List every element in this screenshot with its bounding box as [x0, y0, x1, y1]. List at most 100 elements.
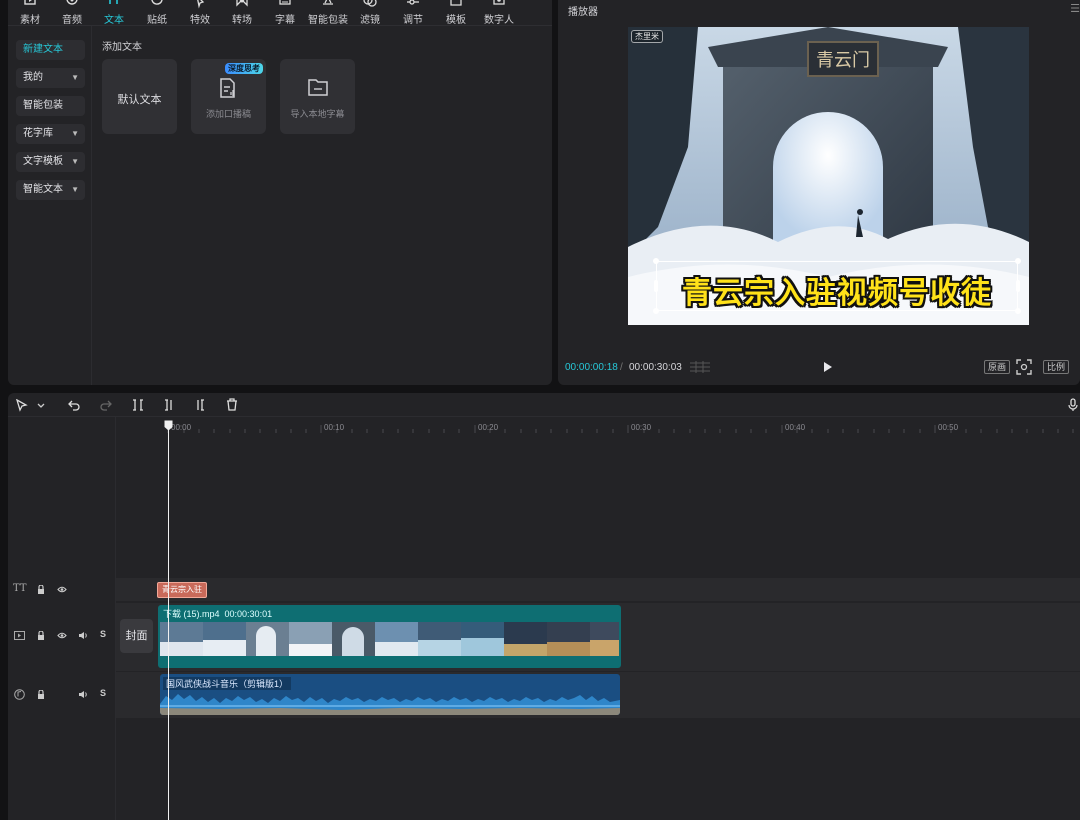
tool-label: 文本: [104, 15, 124, 26]
text-category-nav: 新建文本 我的 ▼ 智能包装 花字库 ▼ 文字模板 ▼ 智能文本 ▼: [8, 26, 92, 385]
grid-lines-icon[interactable]: [690, 361, 710, 373]
original-quality-button[interactable]: 原画: [984, 360, 1011, 374]
card-label: 导入本地字幕: [290, 109, 345, 119]
lock-icon[interactable]: [37, 631, 45, 640]
volume-icon[interactable]: [78, 631, 88, 640]
effects-icon: [197, 0, 205, 9]
gate-plaque-text: 青云门: [816, 50, 870, 71]
undo-icon[interactable]: [68, 399, 80, 411]
redo-icon[interactable]: [100, 399, 112, 411]
tool-effects[interactable]: 特效: [180, 0, 220, 26]
chevron-down-icon: ▼: [71, 185, 79, 194]
nav-smart-pack[interactable]: 智能包装: [16, 96, 85, 116]
split-left-icon[interactable]: [163, 399, 175, 411]
resize-handle[interactable]: [653, 308, 659, 314]
volume-icon[interactable]: [78, 690, 88, 699]
default-text-card[interactable]: 默认文本: [102, 59, 177, 134]
nav-new-text[interactable]: 新建文本: [16, 40, 85, 60]
nav-flower-text[interactable]: 花字库 ▼: [16, 124, 85, 144]
tool-audio[interactable]: 音频: [52, 0, 92, 26]
sticker-icon: [151, 0, 163, 5]
tool-sticker[interactable]: 贴纸: [137, 0, 177, 26]
select-cursor-icon[interactable]: [16, 399, 28, 412]
fullscreen-icon[interactable]: [1016, 359, 1032, 375]
cover-button[interactable]: 封面: [120, 619, 153, 653]
split-right-icon[interactable]: [194, 399, 206, 411]
eye-icon[interactable]: [57, 586, 67, 593]
tool-transition[interactable]: 转场: [222, 0, 262, 26]
nav-label: 花字库: [23, 128, 53, 139]
chevron-down-icon[interactable]: [37, 403, 45, 409]
total-time: 00:00:30:03: [629, 362, 682, 373]
microphone-icon[interactable]: [1068, 398, 1078, 412]
nav-label: 文字模板: [23, 156, 63, 167]
audio-icon: [66, 0, 78, 5]
split-icon[interactable]: [132, 399, 144, 411]
caption-icon: [279, 0, 291, 5]
folder-icon: [308, 79, 328, 96]
audio-clip[interactable]: 国风武侠战斗音乐（剪辑版1）: [160, 674, 620, 715]
tool-label: 字幕: [275, 15, 295, 26]
ruler-label: 00:00: [171, 423, 192, 432]
video-clip[interactable]: 下载 (15).mp4 00:00:30:01: [158, 605, 621, 668]
ruler-label: 00:20: [478, 423, 499, 432]
tool-label: 转场: [232, 15, 252, 26]
tool-label: 智能包装: [308, 15, 348, 26]
text-clip[interactable]: 青云宗入驻: [157, 582, 207, 598]
text-track[interactable]: [116, 578, 1080, 601]
tool-text[interactable]: 文本: [94, 0, 134, 26]
tool-media[interactable]: 素材: [10, 0, 50, 26]
timeline-panel: 00:00 00:10 00:20 00:30 00:40 00:50 TT S…: [8, 393, 1080, 820]
ruler-label: 00:50: [938, 423, 959, 432]
audio-waveform: [160, 694, 620, 715]
tool-label: 调节: [403, 15, 423, 26]
resize-handle[interactable]: [1016, 280, 1020, 292]
smart-pack-icon: [323, 0, 333, 5]
eye-icon[interactable]: [57, 632, 67, 639]
chevron-down-icon: ▼: [71, 157, 79, 166]
playhead[interactable]: [168, 423, 169, 820]
nav-smart-text[interactable]: 智能文本 ▼: [16, 180, 85, 200]
solo-toggle[interactable]: S: [100, 688, 106, 698]
tool-label: 滤镜: [360, 15, 380, 26]
play-icon[interactable]: [823, 361, 833, 373]
lock-icon[interactable]: [37, 690, 45, 699]
subtitle-selection-box[interactable]: 青云宗入驻视频号收徒: [653, 258, 1021, 314]
tool-digital-human[interactable]: 数字人: [479, 0, 519, 26]
nav-mine[interactable]: 我的 ▼: [16, 68, 85, 88]
nav-text-template[interactable]: 文字模板 ▼: [16, 152, 85, 172]
resize-handle[interactable]: [653, 258, 659, 264]
media-icon: [24, 0, 36, 5]
time-ruler[interactable]: [116, 417, 1080, 433]
ratio-button[interactable]: 比例: [1043, 360, 1070, 374]
tool-template[interactable]: 模板: [436, 0, 476, 26]
resize-handle[interactable]: [1015, 258, 1021, 264]
script-doc-icon: [220, 78, 235, 98]
tool-caption[interactable]: 字幕: [265, 0, 305, 26]
add-script-card[interactable]: 深度思考 添加口播稿: [191, 59, 266, 134]
subtitle-text: 青云宗入驻视频号收徒: [682, 277, 992, 310]
resize-handle[interactable]: [1015, 308, 1021, 314]
playhead-handle[interactable]: [164, 420, 173, 431]
tool-filter[interactable]: 滤镜: [350, 0, 390, 26]
nav-label: 智能包装: [23, 100, 63, 111]
video-preview[interactable]: 青云门 杰里米 青云宗入驻视频号收徒: [628, 27, 1029, 325]
tool-smart-pack[interactable]: 智能包装: [308, 0, 348, 26]
adjust-icon: [407, 0, 419, 5]
tool-adjust[interactable]: 调节: [393, 0, 433, 26]
lock-icon[interactable]: [37, 585, 45, 594]
tool-label: 特效: [190, 15, 210, 26]
deep-think-badge: 深度思考: [225, 63, 263, 74]
import-subtitle-card[interactable]: 导入本地字幕: [280, 59, 355, 134]
current-time: 00:00:00:18: [565, 362, 618, 373]
text-panel: 素材 音频 文本 贴纸 特效 转场 字幕 智能包装 滤镜 调节 模板 数字人 新…: [8, 0, 552, 385]
text-content-area: 添加文本 默认文本 深度思考 添加口播稿 导入本地字幕: [100, 34, 550, 374]
video-track-icon: [14, 631, 25, 640]
resize-handle[interactable]: [654, 280, 658, 292]
menu-icon[interactable]: ☰: [1070, 2, 1080, 15]
video-thumbnails: [160, 622, 619, 656]
watermark-label: 杰里米: [631, 30, 663, 43]
delete-icon[interactable]: [226, 398, 238, 411]
filter-icon: [363, 0, 377, 7]
solo-toggle[interactable]: S: [100, 629, 106, 639]
